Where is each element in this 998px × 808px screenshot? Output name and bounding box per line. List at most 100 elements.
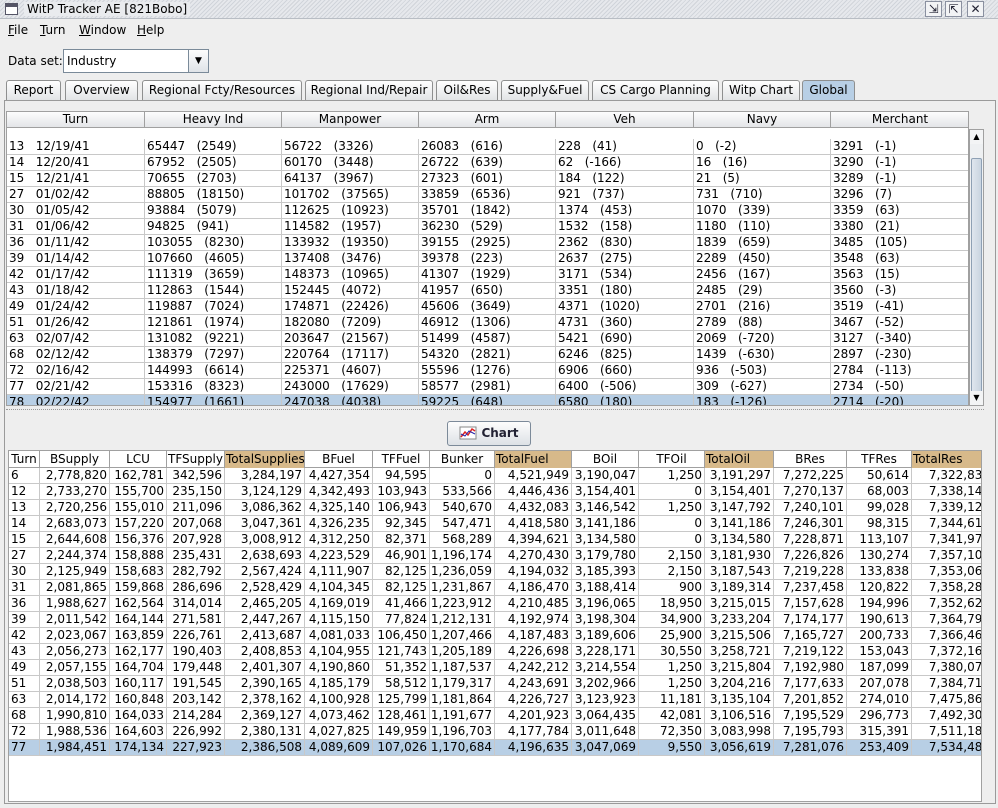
table-row[interactable]: 14 2,683,073 157,220 207,068 3,047,361 4,326,… <box>9 516 981 532</box>
table-row[interactable]: 43 01/18/42 112863 (1544) 152445 (4072) 419… <box>7 283 968 299</box>
table-cell: 60170 (3448) <box>282 155 419 171</box>
table-cell: 3,284,197 <box>225 468 305 484</box>
tab-oil-res[interactable]: Oil&Res <box>436 80 498 100</box>
table-cell: 34,900 <box>639 612 705 628</box>
col-header-turn[interactable]: Turn <box>7 112 145 128</box>
table-cell: 3,189,606 <box>572 628 639 644</box>
close-button[interactable]: ✕ <box>967 1 984 17</box>
table-row[interactable]: 77 02/21/42 153316 (8323) 243000 (17629) 58… <box>7 379 968 395</box>
scroll-up-icon[interactable]: ▲ <box>970 130 983 144</box>
table-row[interactable]: 68 02/12/42 138379 (7297) 220764 (17117) 54… <box>7 347 968 363</box>
table-row[interactable]: 27 2,244,374 158,888 235,431 2,638,693 4,223,… <box>9 548 981 564</box>
tab-cs-cargo-planning[interactable]: CS Cargo Planning <box>592 80 719 100</box>
table-row[interactable]: 30 01/05/42 93884 (5079) 112625 (10923) 357… <box>7 203 968 219</box>
chart-button[interactable]: Chart <box>447 421 531 446</box>
table-row[interactable]: 78 02/22/42 154977 (1661) 247038 (4038) 592… <box>7 395 968 405</box>
table-cell: 7,195,793 <box>774 724 847 740</box>
col-header-merchant[interactable]: Merchant <box>831 112 968 128</box>
col-header-bunker[interactable]: Bunker <box>430 451 495 468</box>
col-header-veh[interactable]: Veh <box>556 112 694 128</box>
table-row[interactable]: 68 1,990,810 164,033 214,284 2,369,127 4,073,… <box>9 708 981 724</box>
col-header-navy[interactable]: Navy <box>694 112 831 128</box>
menu-file[interactable]: File <box>8 23 28 37</box>
table-row[interactable]: 51 2,038,503 160,117 191,545 2,390,165 4,185,… <box>9 676 981 692</box>
col-header-tfres[interactable]: TFRes <box>847 451 912 468</box>
tab-regional-fcty-resources[interactable]: Regional Fcty/Resources <box>142 80 302 100</box>
tab-global[interactable]: Global <box>802 80 855 100</box>
col-header-lcu[interactable]: LCU <box>110 451 167 468</box>
col-header-bres[interactable]: BRes <box>774 451 847 468</box>
table-cell: 4,342,493 <box>305 484 373 500</box>
table-row[interactable]: 42 01/17/42 111319 (3659) 148373 (10965) 41… <box>7 267 968 283</box>
table-cell: 36 01/11/42 <box>7 235 145 251</box>
table-row[interactable]: 39 01/14/42 107660 (4605) 137408 (3476) 393… <box>7 251 968 267</box>
tab-report[interactable]: Report <box>6 80 61 100</box>
table-cell: 15 12/21/41 <box>7 171 145 187</box>
table-row[interactable]: 30 2,125,949 158,683 282,792 2,567,424 4,111,… <box>9 564 981 580</box>
title-bar[interactable]: WitP Tracker AE [821Bobo] ⇲ ⇱ ✕ <box>0 0 998 19</box>
table-row[interactable]: 12 2,733,270 155,700 235,150 3,124,129 4,342,… <box>9 484 981 500</box>
table-row[interactable]: 72 1,988,536 164,603 226,992 2,380,131 4,027,… <box>9 724 981 740</box>
table-row[interactable]: 15 12/21/41 70655 (2703) 64137 (3967) 27323… <box>7 171 968 187</box>
table-row[interactable]: 72 02/16/42 144993 (6614) 225371 (4607) 555… <box>7 363 968 379</box>
table-cell: 112863 (1544) <box>145 283 282 299</box>
table-row[interactable]: 14 12/20/41 67952 (2505) 60170 (3448) 26722… <box>7 155 968 171</box>
table-cell: 194,996 <box>847 596 912 612</box>
dataset-value: Industry <box>67 54 117 68</box>
col-header-tfsupply[interactable]: TFSupply <box>167 451 225 468</box>
scroll-down-icon[interactable]: ▼ <box>970 391 983 405</box>
table-row[interactable]: 51 01/26/42 121861 (1974) 182080 (7209) 469… <box>7 315 968 331</box>
table-row[interactable]: 39 2,011,542 164,144 271,581 2,447,267 4,115,… <box>9 612 981 628</box>
table-row[interactable]: 43 2,056,273 162,177 190,403 2,408,853 4,104,… <box>9 644 981 660</box>
tab-regional-ind-repair[interactable]: Regional Ind/Repair <box>305 80 433 100</box>
table-cell: 309 (-627) <box>694 379 831 395</box>
col-header-turn[interactable]: Turn <box>9 451 40 468</box>
table-row[interactable]: 27 01/02/42 88805 (18150) 101702 (37565) 33… <box>7 187 968 203</box>
table-row[interactable]: 31 01/06/42 94825 (941) 114582 (1957) 36230… <box>7 219 968 235</box>
chevron-down-icon[interactable]: ▼ <box>188 50 208 72</box>
table-row[interactable]: 31 2,081,865 159,868 286,696 2,528,429 4,104,… <box>9 580 981 596</box>
col-header-bfuel[interactable]: BFuel <box>305 451 373 468</box>
table-cell: 30 <box>9 564 40 580</box>
minimize-button[interactable]: ⇲ <box>925 1 942 17</box>
col-header-tffuel[interactable]: TFFuel <box>373 451 430 468</box>
menu-help[interactable]: Help <box>137 23 164 37</box>
table-row[interactable]: 63 02/07/42 131082 (9221) 203647 (21567) 51… <box>7 331 968 347</box>
table-cell: 7,165,727 <box>774 628 847 644</box>
dataset-select[interactable]: Industry ▼ <box>63 49 209 73</box>
table-row[interactable]: 36 1,988,627 162,564 314,014 2,465,205 4,169,… <box>9 596 981 612</box>
tab-supply-fuel[interactable]: Supply&Fuel <box>501 80 589 100</box>
split-divider[interactable] <box>6 409 984 414</box>
col-header-tfoil[interactable]: TFOil <box>639 451 705 468</box>
table-row[interactable]: 15 2,644,608 156,376 207,928 3,008,912 4,312,… <box>9 532 981 548</box>
col-header-arm[interactable]: Arm <box>419 112 556 128</box>
col-header-manpower[interactable]: Manpower <box>282 112 419 128</box>
menu-window[interactable]: Window <box>79 23 126 37</box>
table-row[interactable]: 13 12/19/41 65447 (2549) 56722 (3326) 26083… <box>7 139 968 155</box>
table-cell: 7,358,280 <box>912 580 981 596</box>
table-row[interactable]: 6 2,778,820 162,781 342,596 3,284,197 4,427,3… <box>9 468 981 484</box>
vertical-scrollbar[interactable]: ▲ ▼ <box>969 129 984 406</box>
col-header-totaloil[interactable]: TotalOil <box>705 451 774 468</box>
table-cell: 2,081,865 <box>40 580 110 596</box>
col-header-totalsupplies[interactable]: TotalSupplies <box>225 451 305 468</box>
table-row[interactable]: 49 01/24/42 119887 (7024) 174871 (22426) 45… <box>7 299 968 315</box>
table-row[interactable]: 13 2,720,256 155,010 211,096 3,086,362 4,325,… <box>9 500 981 516</box>
maximize-button[interactable]: ⇱ <box>945 1 962 17</box>
tab-overview[interactable]: Overview <box>65 80 138 100</box>
table-row[interactable]: 77 1,984,451 174,134 227,923 2,386,508 4,089,… <box>9 740 981 756</box>
scrollbar-thumb[interactable] <box>971 158 982 402</box>
table-row[interactable]: 49 2,057,155 164,704 179,448 2,401,307 4,190,… <box>9 660 981 676</box>
table-row[interactable]: 63 2,014,172 160,848 203,142 2,378,162 4,100,… <box>9 692 981 708</box>
table-row[interactable]: 36 01/11/42 103055 (8230) 133932 (19350) 39… <box>7 235 968 251</box>
col-header-bsupply[interactable]: BSupply <box>40 451 110 468</box>
col-header-totalres[interactable]: TotalRes <box>912 451 981 468</box>
table-row[interactable]: 42 2,023,067 163,859 226,761 2,413,687 4,081,… <box>9 628 981 644</box>
col-header-heavy-ind[interactable]: Heavy Ind <box>145 112 282 128</box>
col-header-totalfuel[interactable]: TotalFuel <box>495 451 572 468</box>
tab-witp-chart[interactable]: Witp Chart <box>722 80 800 100</box>
table-cell: 64137 (3967) <box>282 171 419 187</box>
table-cell: 1,187,537 <box>430 660 495 676</box>
col-header-boil[interactable]: BOil <box>572 451 639 468</box>
menu-turn[interactable]: Turn <box>40 23 65 37</box>
